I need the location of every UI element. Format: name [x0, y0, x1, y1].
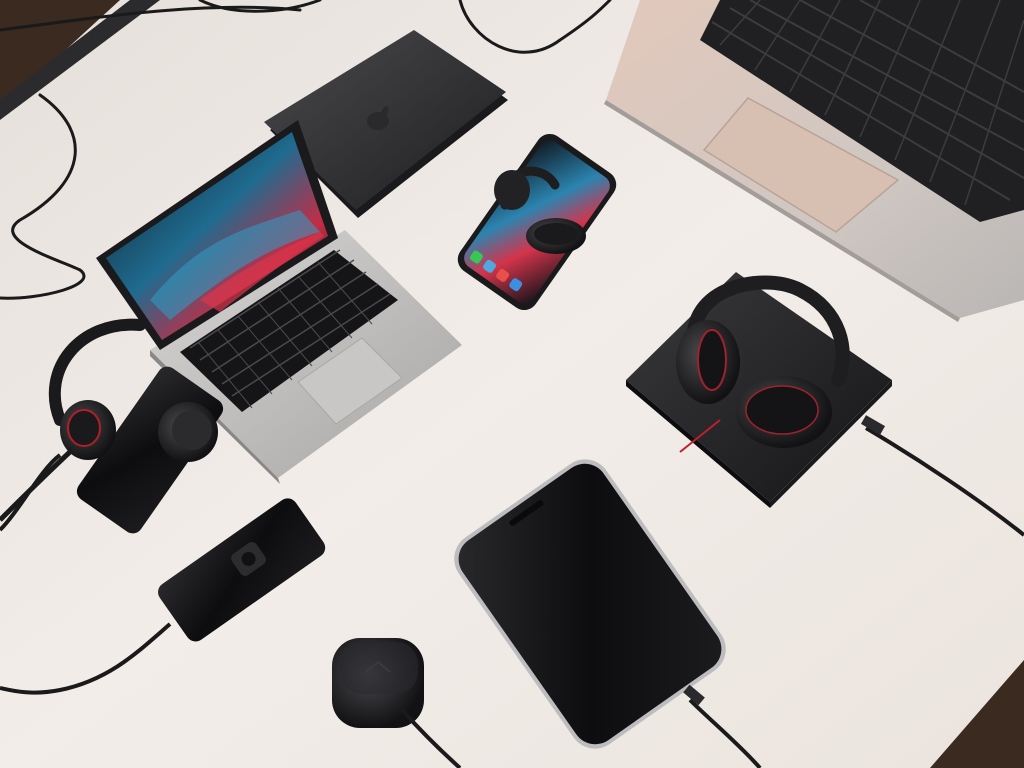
product-photo-desk-scene: [0, 0, 1024, 768]
photo-illustration: [0, 0, 1024, 768]
